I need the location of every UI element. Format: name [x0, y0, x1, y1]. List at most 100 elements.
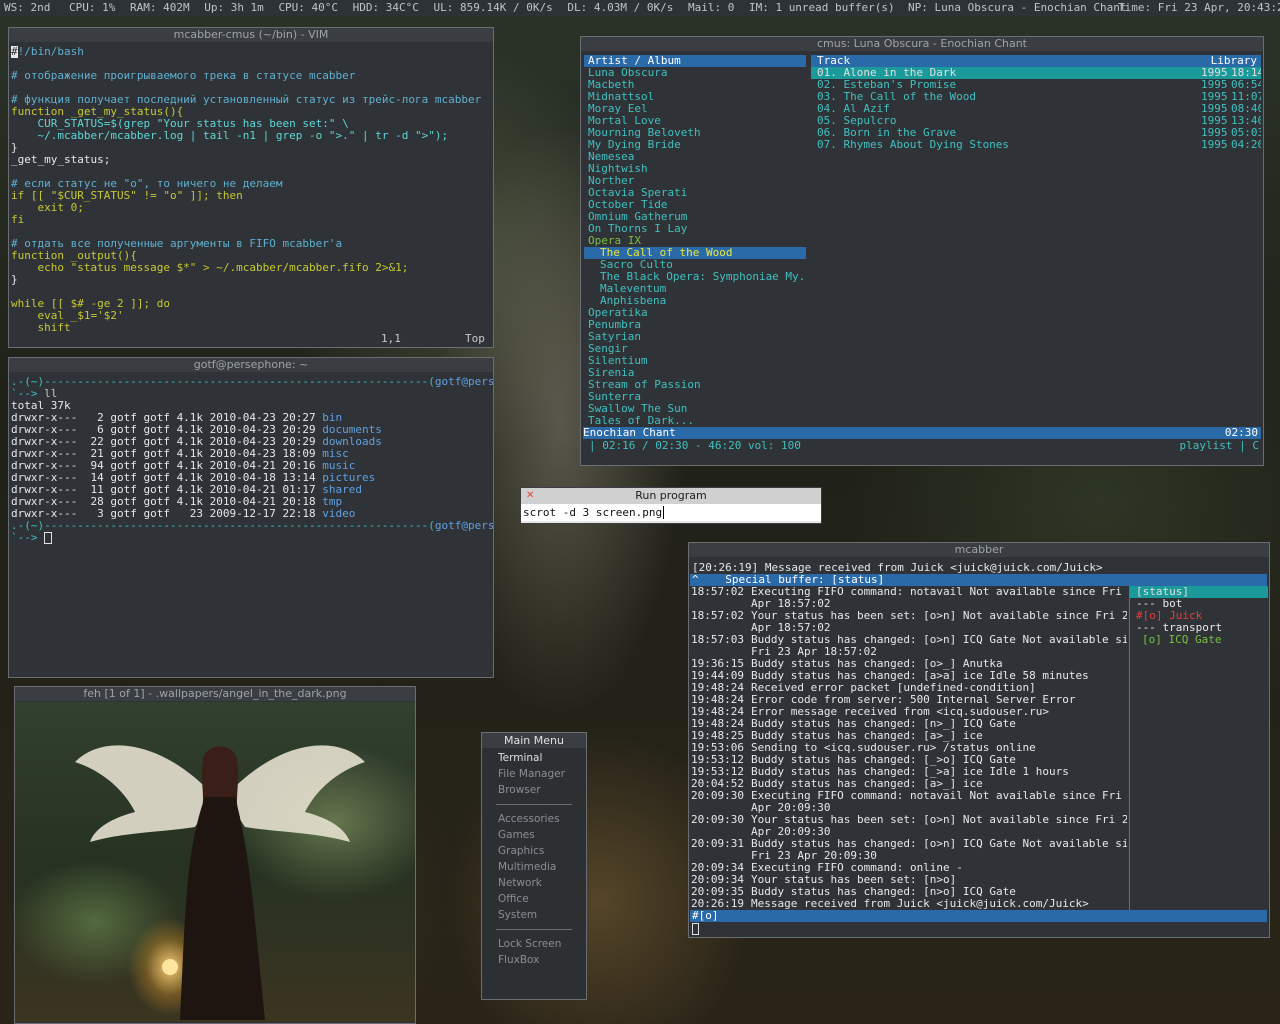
album-item[interactable]: Maleventum [584, 283, 806, 295]
artist-item[interactable]: Sengir [584, 343, 806, 355]
window-title[interactable]: mcabber [689, 543, 1269, 557]
album-item[interactable]: The Call of the Wood [584, 247, 806, 259]
ls-name[interactable]: downloads [322, 436, 382, 448]
track-item[interactable]: 04. Al Azif 1995 08:40 [811, 103, 1261, 115]
menu-item-games[interactable]: Games [482, 827, 586, 843]
artist-item[interactable]: Stream of Passion [584, 379, 806, 391]
track-item[interactable]: 01. Alone in the Dark 1995 18:14 [811, 67, 1261, 79]
menu-item-graphics[interactable]: Graphics [482, 843, 586, 859]
menu-item-file-manager[interactable]: File Manager [482, 766, 586, 782]
input-cursor[interactable] [692, 923, 699, 935]
track-item[interactable]: 07. Rhymes About Dying Stones 1995 04:20 [811, 139, 1261, 151]
artist-item[interactable]: Nightwish [584, 163, 806, 175]
log-entry: 18:57:03 Buddy status has changed: [o>n] … [691, 634, 1127, 646]
ls-name[interactable]: pictures [322, 472, 375, 484]
ls-name[interactable]: documents [322, 424, 382, 436]
artist-item[interactable]: Sirenia [584, 367, 806, 379]
terminal-window[interactable]: gotf@persephone: ~ .-(~)----------------… [8, 357, 494, 678]
ls-name[interactable]: video [322, 508, 355, 520]
artist-item[interactable]: Opera IX [584, 235, 806, 247]
window-title[interactable]: mcabber-cmus (~/bin) - VIM [9, 28, 493, 42]
artist-item[interactable]: Omnium Gatherum [584, 211, 806, 223]
now-playing: NP: Luna Obscura - Enochian Chant [908, 1, 1127, 14]
artist-item[interactable]: Midnattsol [584, 91, 806, 103]
ls-name[interactable]: misc [322, 448, 349, 460]
menu-item-accessories[interactable]: Accessories [482, 811, 586, 827]
log-entry: 20:04:52 Buddy status has changed: [a>_] … [691, 778, 1127, 790]
artist-item[interactable]: Moray Eel [584, 103, 806, 115]
log-message: Buddy status has changed: [n>o] ICQ Gate [751, 886, 1016, 898]
album-item[interactable]: The Black Opera: Symphoniae My... [584, 271, 806, 283]
artist-album-list[interactable]: Luna Obscura Macbeth Midnattsol Moray Eel Mo… [584, 67, 806, 427]
download-stat: DL: 4.03M / 0K/s [567, 1, 674, 14]
ls-name[interactable]: music [322, 460, 355, 472]
artist-item[interactable]: Luna Obscura [584, 67, 806, 79]
artist-item[interactable]: On Thorns I Lay [584, 223, 806, 235]
track-list[interactable]: 01. Alone in the Dark 1995 18:14 02. Esteba… [811, 67, 1261, 151]
artist-item[interactable]: Silentium [584, 355, 806, 367]
close-icon[interactable]: ✕ [526, 488, 534, 504]
command-text: ll [44, 388, 58, 400]
artist-item[interactable]: Operatika [584, 307, 806, 319]
artist-item[interactable]: Satyrian [584, 331, 806, 343]
track-item[interactable]: 03. The Call of the Wood 1995 11:07 [811, 91, 1261, 103]
track-item[interactable]: 02. Esteban's Promise 1995 06:54 [811, 79, 1261, 91]
log-entry: 20:26:19 Message received from Juick <jui… [691, 898, 1127, 910]
album-item[interactable]: Sacro Culto [584, 259, 806, 271]
artist-item[interactable]: Penumbra [584, 319, 806, 331]
track-item[interactable]: 05. Sepulcro 1995 13:40 [811, 115, 1261, 127]
artist-item[interactable]: Nemesea [584, 151, 806, 163]
run-command-input[interactable]: scrot -d 3 screen.png [521, 504, 821, 521]
cmus-window[interactable]: cmus: Luna Obscura - Enochian Chant Arti… [580, 36, 1264, 466]
mcabber-window[interactable]: mcabber [20:26:19] Message received from… [688, 542, 1270, 938]
log-entry: 19:36:15 Buddy status has changed: [o>_] … [691, 658, 1127, 670]
artist-item[interactable]: Mourning Beloveth [584, 127, 806, 139]
roster-item-status[interactable]: [status] [1130, 586, 1268, 598]
menu-item-lock-screen[interactable]: Lock Screen [482, 936, 586, 952]
artist-item[interactable]: Macbeth [584, 79, 806, 91]
im-status: IM: 1 unread buffer(s) [748, 1, 895, 14]
artist-item[interactable]: Swallow The Sun [584, 403, 806, 415]
ls-name[interactable]: tmp [322, 496, 342, 508]
roster-item-icq-gate[interactable]: [o] ICQ Gate [1130, 634, 1268, 646]
window-title[interactable]: gotf@persephone: ~ [9, 358, 493, 372]
roster-group-transport[interactable]: --- transport [1130, 622, 1268, 634]
log-message: Executing FIFO command: notavail Not ava… [751, 586, 1127, 598]
run-dialog-titlebar[interactable]: ✕ Run program [521, 488, 821, 504]
ls-name[interactable]: bin [322, 412, 342, 424]
artist-item[interactable]: Sunterra [584, 391, 806, 403]
window-title[interactable]: feh [1 of 1] - .wallpapers/angel_in_the_… [15, 687, 415, 701]
menu-item-terminal[interactable]: Terminal [482, 750, 586, 766]
workspace-indicator[interactable]: WS: 2nd [0, 0, 50, 16]
artist-item[interactable]: Octavia Sperati [584, 187, 806, 199]
menu-item-network[interactable]: Network [482, 875, 586, 891]
artist-item[interactable]: Norther [584, 175, 806, 187]
roster-item-juick[interactable]: #[o] Juick [1130, 610, 1268, 622]
menu-item-browser[interactable]: Browser [482, 782, 586, 798]
roster-panel[interactable]: [status] --- bot #[o] Juick --- transpor… [1129, 586, 1268, 910]
vim-editor[interactable]: #!/bin/bash # отображение проигрываемого … [9, 42, 493, 334]
menu-item-fluxbox[interactable]: FluxBox [482, 952, 586, 968]
menu-item-office[interactable]: Office [482, 891, 586, 907]
log-entry: Apr 18:57:02 [691, 598, 1127, 610]
menu-item-multimedia[interactable]: Multimedia [482, 859, 586, 875]
run-dialog[interactable]: ✕ Run program scrot -d 3 screen.png [520, 487, 822, 524]
menu-item-system[interactable]: System [482, 907, 586, 923]
menu-separator [496, 804, 572, 805]
log-entry: 19:48:25 Buddy status has changed: [a>_] … [691, 730, 1127, 742]
vim-window[interactable]: mcabber-cmus (~/bin) - VIM #!/bin/bash # … [8, 27, 494, 348]
status-log[interactable]: 18:57:02 Executing FIFO command: notavail… [691, 586, 1127, 910]
artist-item[interactable]: Mortal Love [584, 115, 806, 127]
artist-item[interactable]: October Tide [584, 199, 806, 211]
track-item[interactable]: 06. Born in the Grave 1995 05:03 [811, 127, 1261, 139]
main-menu[interactable]: Main Menu Terminal File Manager Browser Ac… [481, 732, 587, 1000]
artist-item[interactable]: My Dying Bride [584, 139, 806, 151]
log-timestamp: 19:36:15 [691, 658, 744, 670]
terminal-output[interactable]: .-(~)-----------------------------------… [9, 372, 493, 544]
ls-name[interactable]: shared [322, 484, 362, 496]
log-timestamp: 19:53:12 [691, 766, 744, 778]
album-item[interactable]: Anphisbena [584, 295, 806, 307]
roster-group-bot[interactable]: --- bot [1130, 598, 1268, 610]
window-title[interactable]: cmus: Luna Obscura - Enochian Chant [581, 37, 1263, 51]
command-line[interactable]: `--> [11, 532, 493, 544]
